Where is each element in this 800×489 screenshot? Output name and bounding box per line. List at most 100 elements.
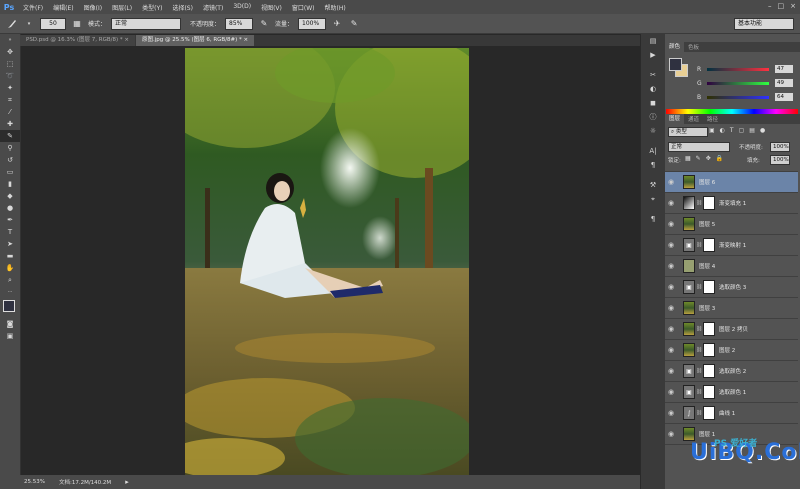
screen-mode-icon[interactable]: ▣ xyxy=(0,330,20,342)
tab-color[interactable]: 颜色 xyxy=(665,42,685,52)
layer-mask-thumbnail[interactable] xyxy=(703,322,715,336)
healing-brush-tool-icon[interactable]: ✚ xyxy=(0,118,20,130)
quick-mask-icon[interactable]: ◙ xyxy=(0,318,20,330)
layer-thumbnail[interactable] xyxy=(683,259,695,273)
layer-mask-thumbnail[interactable] xyxy=(703,406,715,420)
mask-link-icon[interactable]: ⛓ xyxy=(696,284,702,290)
menu-item[interactable]: 选择(S) xyxy=(167,3,198,12)
filter-toggle-icon[interactable]: ● xyxy=(760,127,765,134)
info-panel-icon[interactable]: ⓘ xyxy=(641,110,665,124)
layer-row[interactable]: ◉ ⛓ 渐变填充 1 xyxy=(665,193,798,214)
menu-item[interactable]: 3D(D) xyxy=(228,3,256,12)
layer-row[interactable]: ◉ ⛓ 图层 2 xyxy=(665,340,798,361)
layer-mask-thumbnail[interactable] xyxy=(703,280,715,294)
tab-original[interactable]: 原图.jpg @ 25.5% (图层 6, RGB/8#) * × xyxy=(135,35,255,46)
marquee-tool-icon[interactable]: ⬚ xyxy=(0,58,20,70)
visibility-eye-icon[interactable]: ◉ xyxy=(665,346,677,354)
menu-item[interactable]: 图像(I) xyxy=(79,3,107,12)
history-panel-icon[interactable]: ▤ xyxy=(641,34,665,48)
adjustment-layer-icon[interactable]: ▣ xyxy=(683,364,695,378)
actions-panel-icon[interactable]: ▶ xyxy=(641,48,665,62)
layer-row[interactable]: ◉ 图层 5 xyxy=(665,214,798,235)
fill-input[interactable]: 100% xyxy=(770,155,790,165)
airbrush-icon[interactable]: ✈ xyxy=(331,18,343,30)
visibility-eye-icon[interactable]: ◉ xyxy=(665,430,677,438)
pressure-opacity-icon[interactable]: ✎ xyxy=(258,18,270,30)
close-button[interactable]: × xyxy=(790,2,796,10)
layer-mask-thumbnail[interactable] xyxy=(703,196,715,210)
visibility-eye-icon[interactable]: ◉ xyxy=(665,304,677,312)
blend-mode-select[interactable]: 正常 xyxy=(668,142,730,152)
smart-filter-icon[interactable]: ▤ xyxy=(749,127,755,134)
paragraph-panel-icon[interactable]: ¶ xyxy=(641,158,665,172)
workspace-select[interactable]: 基本功能 xyxy=(734,18,794,30)
mask-link-icon[interactable]: ⛓ xyxy=(696,326,702,332)
layer-row[interactable]: ◉ ∫ ⛓ 曲线 1 xyxy=(665,403,798,424)
eraser-tool-icon[interactable]: ▭ xyxy=(0,166,20,178)
blue-slider[interactable]: B 64 xyxy=(697,91,797,103)
brush-tool-icon[interactable] xyxy=(6,18,18,30)
dodge-tool-icon[interactable]: ● xyxy=(0,202,20,214)
mask-link-icon[interactable]: ⛓ xyxy=(696,368,702,374)
adjust-filter-icon[interactable]: ◐ xyxy=(720,127,725,134)
opacity-input[interactable]: 85% xyxy=(225,17,254,30)
clone-source-icon[interactable]: ⌖ xyxy=(641,192,665,206)
shape-filter-icon[interactable]: ▢ xyxy=(739,127,745,134)
layer-thumbnail[interactable] xyxy=(683,322,695,336)
quick-select-tool-icon[interactable]: ✦ xyxy=(0,82,20,94)
mask-link-icon[interactable]: ⛓ xyxy=(696,347,702,353)
brush-size-preset[interactable]: 50 xyxy=(40,17,66,30)
menu-item[interactable]: 窗口(W) xyxy=(287,3,320,12)
green-value[interactable]: 49 xyxy=(775,79,793,87)
more-tools-icon[interactable]: ··· xyxy=(0,286,20,298)
layer-mask-thumbnail[interactable] xyxy=(703,238,715,252)
character-panel-icon[interactable]: A| xyxy=(641,144,665,158)
brush-panel-icon[interactable]: ▦ xyxy=(71,18,83,30)
minimize-button[interactable]: – xyxy=(768,2,772,10)
layer-row[interactable]: ◉ 图层 3 xyxy=(665,298,798,319)
visibility-eye-icon[interactable]: ◉ xyxy=(665,283,677,291)
zoom-level[interactable]: 25.53% xyxy=(24,479,45,485)
gradient-fill-thumbnail[interactable] xyxy=(683,196,695,210)
pixel-filter-icon[interactable]: ▣ xyxy=(709,127,715,134)
layer-row[interactable]: ◉ 图层 6 xyxy=(665,172,798,193)
maximize-button[interactable]: □ xyxy=(778,2,785,10)
move-tool-icon[interactable]: ✥ xyxy=(0,46,20,58)
menu-item[interactable]: 图层(L) xyxy=(107,3,137,12)
blue-track[interactable] xyxy=(707,95,769,99)
menu-item[interactable]: 滤镜(T) xyxy=(198,3,228,12)
path-select-tool-icon[interactable]: ➤ xyxy=(0,238,20,250)
shape-tool-icon[interactable]: ▬ xyxy=(0,250,20,262)
mask-link-icon[interactable]: ⛓ xyxy=(696,242,702,248)
type-filter-icon[interactable]: T xyxy=(730,127,734,134)
adjustment-layer-icon[interactable]: ▣ xyxy=(683,238,695,252)
pressure-size-icon[interactable]: ✎ xyxy=(348,18,360,30)
mode-select[interactable]: 正常 xyxy=(111,17,182,30)
tab-layers[interactable]: 图层 xyxy=(665,114,685,124)
layer-row[interactable]: ◉ ▣ ⛓ 选取颜色 3 xyxy=(665,277,798,298)
gradient-tool-icon[interactable]: ▮ xyxy=(0,178,20,190)
visibility-eye-icon[interactable]: ◉ xyxy=(665,199,677,207)
menu-item[interactable]: 类型(Y) xyxy=(137,3,167,12)
zoom-tool-icon[interactable]: ⌕ xyxy=(0,274,20,286)
lasso-tool-icon[interactable]: ➰ xyxy=(0,70,20,82)
menu-item[interactable]: 帮助(H) xyxy=(320,3,351,12)
layer-row[interactable]: ◉ ⛓ 图层 2 拷贝 xyxy=(665,319,798,340)
tab-channels[interactable]: 通道 xyxy=(684,115,703,123)
visibility-eye-icon[interactable]: ◉ xyxy=(665,220,677,228)
styles-panel-icon[interactable]: ◼ xyxy=(641,96,665,110)
tab-psd[interactable]: PSD.psd @ 16.3% (图层 7, RGB/8) * × xyxy=(20,35,135,46)
layer-mask-thumbnail[interactable] xyxy=(703,343,715,357)
layer-row[interactable]: ◉ ▣ ⛓ 选取颜色 2 xyxy=(665,361,798,382)
green-slider[interactable]: G 49 xyxy=(697,77,797,89)
crop-tool-icon[interactable]: ⌗ xyxy=(0,94,20,106)
layer-thumbnail[interactable] xyxy=(683,343,695,357)
visibility-eye-icon[interactable]: ◉ xyxy=(665,388,677,396)
red-track[interactable] xyxy=(707,67,769,71)
layer-row[interactable]: ◉ ▣ ⛓ 渐变映射 1 xyxy=(665,235,798,256)
document-photo[interactable] xyxy=(185,48,469,475)
tab-paths[interactable]: 路径 xyxy=(703,115,722,123)
visibility-eye-icon[interactable]: ◉ xyxy=(665,409,677,417)
brush-presets-icon[interactable]: ⚒ xyxy=(641,178,665,192)
layer-row[interactable]: ◉ ▣ ⛓ 选取颜色 1 xyxy=(665,382,798,403)
